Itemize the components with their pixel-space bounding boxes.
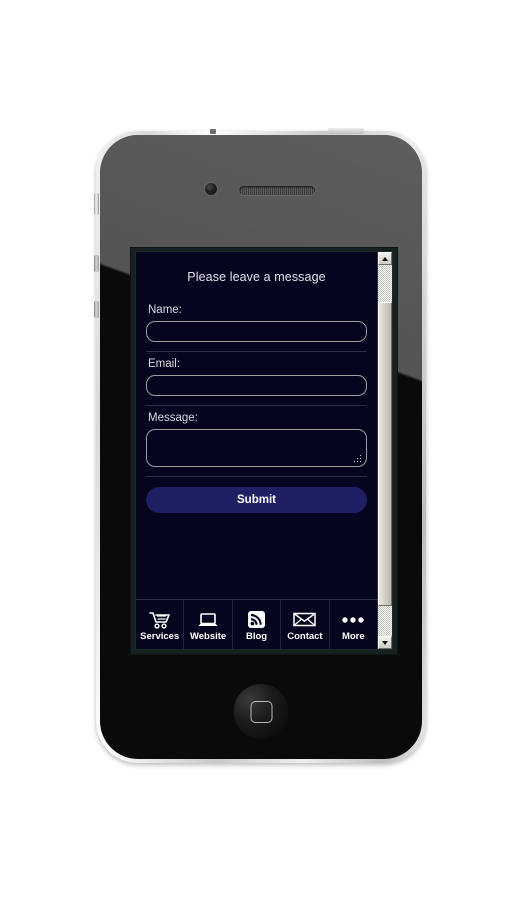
home-button-square bbox=[250, 700, 272, 723]
phone-body: Please leave a message Name: Email: Mess… bbox=[100, 135, 422, 759]
tab-label-services: Services bbox=[140, 631, 180, 643]
page-title: Please leave a message bbox=[187, 270, 326, 284]
power-button[interactable] bbox=[328, 128, 364, 134]
scrollbar-track[interactable] bbox=[378, 265, 392, 636]
silent-switch[interactable] bbox=[94, 193, 99, 215]
name-input[interactable] bbox=[146, 321, 367, 342]
tab-label-blog: Blog bbox=[245, 631, 268, 643]
field-group-name: Name: bbox=[146, 304, 367, 352]
page-scroll-area: Please leave a message Name: Email: Mess… bbox=[136, 252, 377, 649]
vertical-scrollbar[interactable] bbox=[377, 252, 392, 649]
ellipsis-icon bbox=[341, 609, 365, 630]
contact-form: Please leave a message Name: Email: Mess… bbox=[136, 252, 377, 599]
email-label: Email: bbox=[148, 358, 180, 370]
speaker-icon bbox=[239, 186, 315, 195]
laptop-icon bbox=[197, 609, 219, 630]
volume-down-button[interactable] bbox=[94, 301, 99, 318]
scroll-down-arrow-icon[interactable] bbox=[378, 636, 392, 649]
field-group-message: Message: bbox=[146, 412, 367, 477]
email-field[interactable] bbox=[146, 375, 367, 396]
message-input-wrapper bbox=[146, 429, 367, 467]
top-antenna-notch bbox=[210, 129, 216, 134]
home-button-icon[interactable] bbox=[233, 684, 289, 739]
phone-device: Please leave a message Name: Email: Mess… bbox=[94, 128, 426, 763]
camera-icon bbox=[205, 183, 217, 195]
rss-feed-icon bbox=[247, 609, 266, 630]
tab-services[interactable]: Services bbox=[136, 600, 185, 649]
message-label: Message: bbox=[148, 412, 198, 424]
volume-up-button[interactable] bbox=[94, 255, 99, 272]
tab-more[interactable]: More bbox=[330, 600, 377, 649]
phone-screen: Please leave a message Name: Email: Mess… bbox=[130, 247, 398, 655]
submit-button[interactable]: Submit bbox=[146, 487, 367, 513]
tab-blog[interactable]: Blog bbox=[233, 600, 282, 649]
bottom-navigation-bar: Services Website Blog Contact More bbox=[136, 599, 377, 649]
tab-label-more: More bbox=[341, 631, 365, 643]
name-label: Name: bbox=[148, 304, 182, 316]
tab-label-website: Website bbox=[189, 631, 227, 643]
envelope-icon bbox=[293, 609, 317, 630]
browser-viewport: Please leave a message Name: Email: Mess… bbox=[135, 251, 393, 650]
shopping-cart-icon bbox=[148, 609, 171, 630]
field-group-email: Email: bbox=[146, 358, 367, 406]
tab-contact[interactable]: Contact bbox=[281, 600, 330, 649]
message-input[interactable] bbox=[146, 429, 367, 467]
scrollbar-thumb[interactable] bbox=[378, 302, 392, 607]
scroll-up-arrow-icon[interactable] bbox=[378, 252, 392, 265]
tab-website[interactable]: Website bbox=[184, 600, 233, 649]
tab-label-contact: Contact bbox=[287, 631, 323, 643]
